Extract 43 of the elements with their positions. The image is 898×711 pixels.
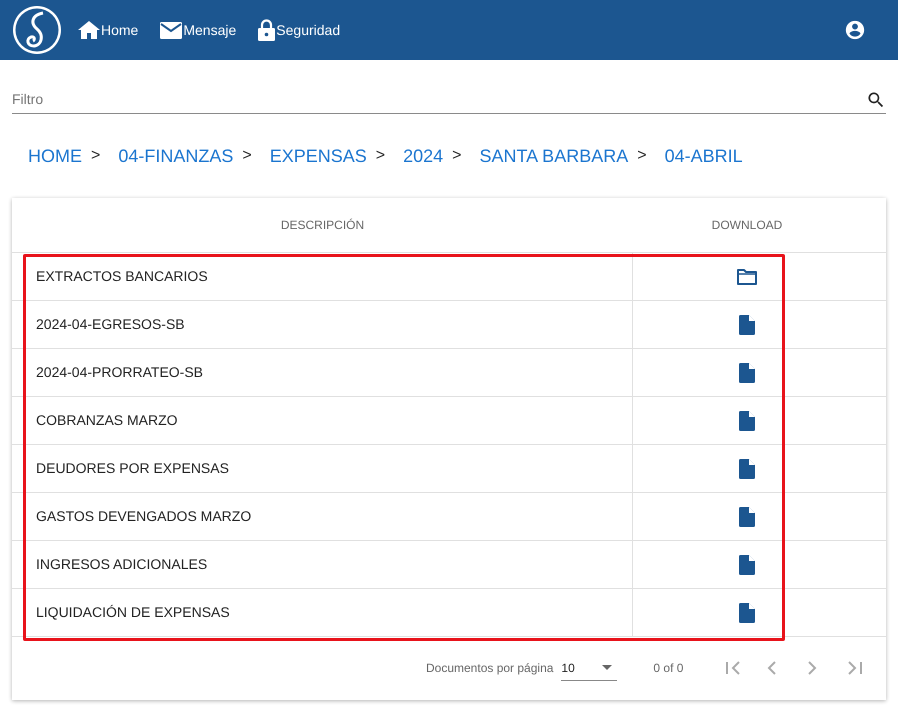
table-cell-text: LIQUIDACIÓN DE EXPENSAS [36, 603, 230, 622]
document-icon[interactable] [739, 314, 755, 334]
table-cell-text: INGRESOS ADICIONALES [36, 555, 208, 574]
separator-icon: > [91, 144, 100, 168]
breadcrumb-link[interactable]: HOME [28, 142, 82, 170]
folder-icon[interactable] [737, 268, 757, 284]
nav-link[interactable]: Home [78, 20, 138, 40]
nav-link[interactable]: Mensaje [160, 20, 236, 40]
breadcrumb-link[interactable]: SANTA BARBARA [480, 142, 628, 170]
document-icon[interactable] [739, 602, 755, 622]
table-cell-text: COBRANZAS MARZO [36, 411, 178, 430]
breadcrumb-link[interactable]: EXPENSAS [270, 142, 367, 170]
search-icon[interactable] [866, 90, 886, 110]
lock-icon [258, 19, 276, 41]
caret-icon [602, 665, 612, 670]
separator-icon: > [242, 144, 252, 168]
filter-field[interactable]: Filtro [12, 89, 866, 110]
account-icon[interactable] [844, 19, 866, 41]
document-icon[interactable] [739, 410, 755, 430]
breadcrumb-link[interactable]: 04-FINANZAS [118, 142, 234, 170]
breadcrumb-link[interactable]: 04-ABRIL [664, 142, 743, 170]
table-cell-text: 2024-04-EGRESOS-SB [36, 315, 185, 334]
document-icon[interactable] [739, 458, 755, 478]
home-icon [78, 20, 100, 40]
table-cell-text: DEUDORES POR EXPENSAS [36, 459, 229, 478]
document-icon[interactable] [739, 362, 755, 382]
separator-icon: > [376, 144, 386, 168]
logo-icon [12, 5, 62, 55]
document-icon[interactable] [739, 554, 755, 574]
page-range: 0 of 0 [653, 660, 684, 677]
column-header: DESCRIPCIÓN [280, 217, 364, 234]
separator-icon: > [637, 144, 647, 168]
page-size-label: Documentos por página [426, 660, 554, 677]
page-size-select[interactable]: 10 [561, 655, 618, 681]
table-cell-text: 2024-04-PRORRATEO-SB [36, 363, 204, 382]
separator-icon: > [452, 144, 462, 168]
mail-icon [160, 22, 182, 38]
nav-link[interactable]: Seguridad [258, 19, 340, 41]
column-header: DOWNLOAD [712, 217, 782, 234]
document-icon[interactable] [739, 506, 755, 526]
breadcrumb-link[interactable]: 2024 [403, 142, 444, 170]
table-cell-text: GASTOS DEVENGADOS MARZO [36, 507, 252, 526]
table-cell-text: EXTRACTOS BANCARIOS [36, 267, 208, 286]
